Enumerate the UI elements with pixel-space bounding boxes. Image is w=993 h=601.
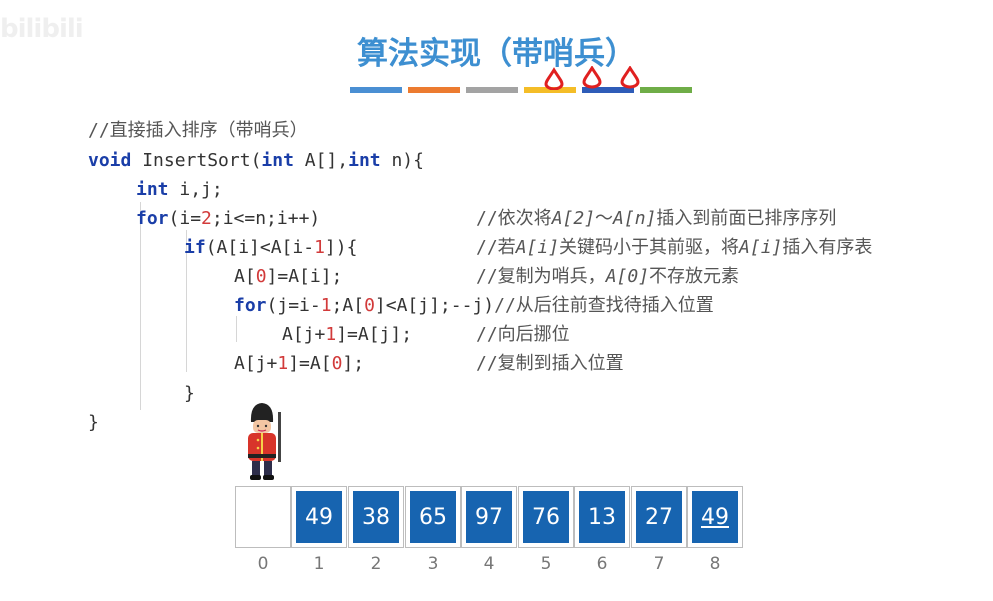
stripe-gray xyxy=(466,87,518,93)
code-line-shift: A[j+1]=A[j]; xyxy=(282,324,413,345)
code-line-close-func: } xyxy=(88,412,99,433)
guard-soldier-icon xyxy=(248,403,281,480)
array-index: 4 xyxy=(483,554,495,574)
code-comment: //复制到插入位置 xyxy=(476,353,624,374)
array-index: 1 xyxy=(313,554,325,574)
blood-drops-icon xyxy=(544,66,640,90)
page-title: 算法实现（带哨兵） xyxy=(357,36,636,72)
code-line-signature: void InsertSort(int A[],int n){ xyxy=(88,150,424,171)
code-comment: //复制为哨兵，A[0]不存放元素 xyxy=(476,266,740,287)
array-index: 3 xyxy=(427,554,439,574)
code-line-decl: int i,j; xyxy=(136,179,223,200)
code-line-if: if(A[i]<A[i-1]){ xyxy=(184,237,358,258)
array-index: 6 xyxy=(596,554,608,574)
array-index: 0 xyxy=(257,554,269,574)
array-cell-2: 38 xyxy=(348,486,404,548)
code-comment: //依次将A[2]～A[n]插入到前面已排序序列 xyxy=(476,208,837,229)
array-cell-4: 97 xyxy=(461,486,517,548)
stripe-blue xyxy=(350,87,402,93)
stripe-green xyxy=(640,87,692,93)
array-cell-6: 13 xyxy=(574,486,630,548)
code-line-close-if: } xyxy=(184,383,195,404)
array-cell-3: 65 xyxy=(405,486,461,548)
code-line-insert: A[j+1]=A[0]; xyxy=(234,353,365,374)
array-cell-8: 49 xyxy=(687,486,743,548)
array-index: 7 xyxy=(653,554,665,574)
code-comment: //直接插入排序（带哨兵） xyxy=(88,120,308,141)
array-index: 8 xyxy=(709,554,721,574)
stripe-orange xyxy=(408,87,460,93)
array-cell-1: 49 xyxy=(291,486,347,548)
array-index: 2 xyxy=(370,554,382,574)
indent-guide xyxy=(140,202,141,410)
code-comment: //若A[i]关键码小于其前驱，将A[i]插入有序表 xyxy=(476,237,873,258)
array-index: 5 xyxy=(540,554,552,574)
code-comment: //向后挪位 xyxy=(476,324,570,345)
array-cell-7: 27 xyxy=(631,486,687,548)
code-line-for: for(i=2;i<=n;i++) xyxy=(136,208,321,229)
indent-guide xyxy=(236,316,237,342)
array-cell-5: 76 xyxy=(518,486,574,548)
code-line-sentinel: A[0]=A[i]; xyxy=(234,266,343,287)
code-line-inner-for: for(j=i-1;A[0]<A[j];--j)//从后往前查找待插入位置 xyxy=(234,295,714,316)
array-cell-0 xyxy=(235,486,291,548)
